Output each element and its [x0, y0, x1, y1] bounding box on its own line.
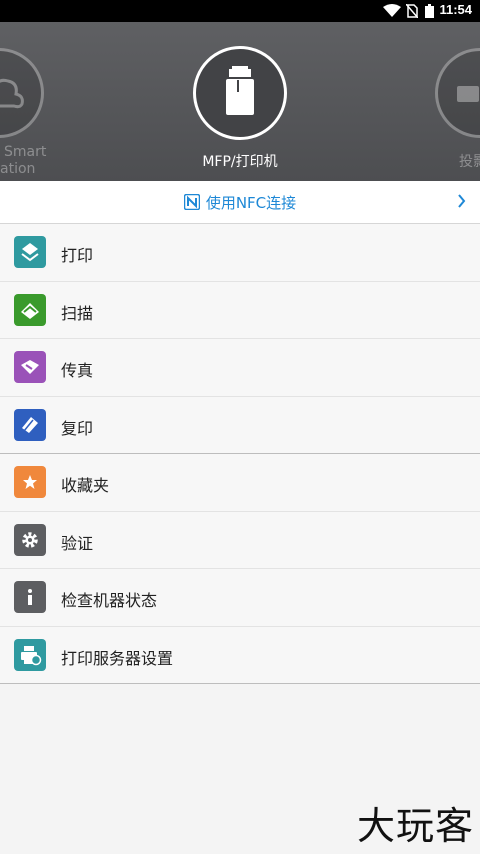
scan-icon: [14, 293, 46, 326]
gear-icon: [14, 523, 46, 556]
menu-item-label: 扫描: [61, 303, 94, 323]
menu-item-label: 收藏夹: [61, 476, 110, 495]
info-icon: [14, 581, 46, 613]
printer-device-icon: [226, 66, 254, 115]
menu-item-label: 传真: [61, 361, 94, 380]
menu-item-fax[interactable]: 传真: [0, 339, 480, 397]
menu-item-copy[interactable]: 复印: [0, 396, 480, 454]
center-device-label: MFP/打印机: [202, 154, 278, 170]
menu-item-label: 检查机器状态: [61, 591, 158, 610]
projector-device-button[interactable]: [435, 48, 480, 138]
function-menu: 打印 扫描 传真 复印 收藏夹 验证 检查机器状态 打印服务器设置: [0, 224, 480, 684]
star-icon: [14, 466, 46, 498]
print-server-icon: [14, 638, 46, 671]
nfc-connect-bar[interactable]: 使用NFC连接: [0, 181, 480, 224]
copy-icon: [14, 408, 46, 441]
menu-item-print[interactable]: 打印: [0, 224, 480, 282]
menu-item-scan[interactable]: 扫描: [0, 281, 480, 339]
menu-item-favorites[interactable]: 收藏夹: [0, 454, 480, 512]
battery-icon: [425, 4, 434, 18]
menu-item-authentication[interactable]: 验证: [0, 511, 480, 569]
menu-item-machine-status[interactable]: 检查机器状态: [0, 569, 480, 627]
menu-item-label: 验证: [61, 533, 94, 553]
menu-item-label: 打印服务器设置: [61, 648, 174, 668]
status-bar: 11:54: [0, 0, 480, 22]
cloud-icon: [0, 78, 24, 109]
mfp-printer-device-button[interactable]: [193, 46, 287, 140]
projector-icon: [457, 86, 479, 102]
menu-item-label: 打印: [61, 246, 94, 265]
watermark-logo: 大玩客: [356, 804, 474, 848]
chevron-right-icon: [458, 194, 466, 208]
right-device-label: 投影: [459, 154, 480, 170]
fax-icon: [14, 351, 46, 383]
wifi-icon: [383, 4, 401, 17]
device-carousel[interactable]: Smart ation MFP/打印机 投影: [0, 22, 480, 181]
print-icon: [14, 236, 46, 268]
menu-item-label: 复印: [61, 418, 94, 438]
cloud-device-button[interactable]: [0, 48, 44, 138]
nfc-icon: [183, 194, 200, 210]
nfc-connect-label: 使用NFC连接: [205, 194, 297, 212]
status-time: 11:54: [439, 2, 472, 17]
no-sim-icon: [406, 4, 418, 18]
menu-item-print-server-settings[interactable]: 打印服务器设置: [0, 626, 480, 684]
